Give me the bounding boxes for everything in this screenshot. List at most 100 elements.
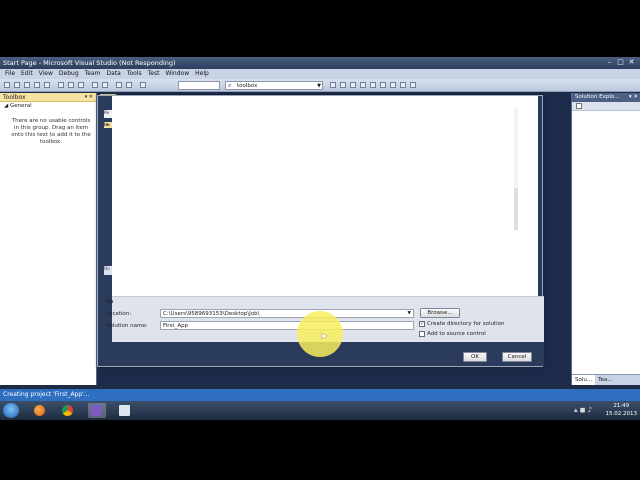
properties-icon[interactable] [350, 82, 356, 88]
source-control-label: Add to source control [427, 331, 486, 337]
window-icon [119, 405, 130, 416]
taskbar-visual-studio[interactable] [88, 403, 106, 418]
name-label: Na [106, 299, 114, 305]
location-value: C:\Users\9589693153\Desktop\Job\ [163, 311, 260, 317]
menu-window[interactable]: Window [162, 69, 192, 79]
toolbox-group-general[interactable]: ◢ General [0, 102, 96, 110]
installed-templates-label: Im [104, 122, 112, 128]
start-debugging-icon[interactable] [140, 82, 146, 88]
browse-button[interactable]: Browse... [420, 308, 460, 318]
cut-icon[interactable] [58, 82, 64, 88]
chevron-down-icon[interactable]: ▼ [317, 82, 321, 90]
clock-date: 15.02.2013 [605, 411, 638, 417]
firefox-icon [34, 405, 45, 416]
minimize-button[interactable]: – [605, 58, 614, 67]
toolbar-options-icon[interactable] [410, 82, 416, 88]
copy-icon[interactable] [68, 82, 74, 88]
menu-help[interactable]: Help [192, 69, 212, 79]
menu-team[interactable]: Team [82, 69, 104, 79]
navigate-forward-icon[interactable] [126, 82, 132, 88]
taskbar-chrome[interactable] [59, 403, 77, 418]
solution-name-label: Solution name: [106, 323, 148, 329]
toolbox-empty-message: There are no usable controls in this gro… [11, 118, 91, 145]
menu-edit[interactable]: Edit [18, 69, 36, 79]
status-text: Creating project 'First_App'... [3, 391, 90, 398]
template-list-scrollbar-track[interactable] [514, 108, 518, 188]
toolbox-header: Toolbox ▾ ✕ [0, 93, 96, 102]
cancel-button[interactable]: Cancel [502, 352, 532, 362]
system-clock[interactable]: 21:49 15.02.2013 [606, 402, 638, 418]
create-directory-checkbox[interactable]: ✓ Create directory for solution [419, 321, 504, 327]
clock-time: 21:49 [613, 403, 630, 409]
recent-templates-label: Re [104, 110, 112, 118]
solution-config-combo[interactable] [178, 81, 220, 90]
title-bar: Start Page - Microsoft Visual Studio (No… [0, 57, 640, 69]
online-templates-label: On [104, 266, 112, 275]
window-controls: – □ ✕ [605, 58, 636, 67]
command-window-icon[interactable] [400, 82, 406, 88]
window-title: Start Page - Microsoft Visual Studio (No… [3, 59, 176, 67]
chrome-icon [62, 405, 73, 416]
toolbox-icon[interactable] [370, 82, 376, 88]
taskbar-firefox[interactable] [31, 403, 49, 418]
tab-solution-explorer[interactable]: Solu... [572, 375, 596, 385]
toolbox-panel: Toolbox ▾ ✕ ◢ General There are no usabl… [0, 93, 97, 385]
visual-studio-icon [91, 405, 102, 416]
menu-tools[interactable]: Tools [124, 69, 145, 79]
checkmark-icon: ✓ [419, 321, 425, 327]
find-in-files-icon[interactable] [330, 82, 336, 88]
status-bar: Creating project 'First_App'... [0, 389, 640, 401]
menu-file[interactable]: File [2, 69, 18, 79]
save-icon[interactable] [34, 82, 40, 88]
properties-icon[interactable] [576, 103, 582, 109]
ok-button[interactable]: OK [463, 352, 487, 362]
create-directory-label: Create directory for solution [427, 321, 505, 327]
find-value: toolbox [237, 83, 258, 89]
solution-explorer-tabs: Solu... Tea... [572, 374, 640, 385]
toolbox-pin-icon[interactable]: ▾ ✕ [85, 94, 93, 100]
taskbar-window[interactable] [116, 403, 134, 418]
menu-bar: File Edit View Debug Team Data Tools Tes… [0, 69, 640, 79]
start-page-icon[interactable] [380, 82, 386, 88]
menu-debug[interactable]: Debug [56, 69, 82, 79]
solution-explorer-toolbar [572, 102, 640, 111]
solution-explorer-close-icon[interactable]: ▾ ✕ [629, 94, 638, 100]
extension-manager-icon[interactable] [390, 82, 396, 88]
solution-explorer-title: Solution Explo... [575, 94, 620, 100]
undo-icon[interactable] [92, 82, 98, 88]
windows-taskbar: ▴ ◼ ♪ 21:49 15.02.2013 [0, 401, 640, 420]
find-combo[interactable]: ⌕ toolbox ▼ [225, 81, 323, 90]
tab-team-explorer[interactable]: Tea... [595, 375, 615, 385]
mouse-pointer-icon: ➤ [320, 332, 328, 342]
source-control-checkbox[interactable]: Add to source control [419, 331, 486, 337]
open-file-icon[interactable] [24, 82, 30, 88]
menu-data[interactable]: Data [104, 69, 124, 79]
new-project-icon[interactable] [4, 82, 10, 88]
redo-icon[interactable] [102, 82, 108, 88]
standard-toolbar: ⌕ toolbox ▼ [0, 79, 640, 92]
windows-start-icon[interactable] [3, 403, 19, 418]
desktop-screen: Start Page - Microsoft Visual Studio (No… [0, 57, 640, 420]
paste-icon[interactable] [78, 82, 84, 88]
save-all-icon[interactable] [44, 82, 50, 88]
menu-test[interactable]: Test [145, 69, 163, 79]
chevron-down-icon[interactable]: ▼ [408, 311, 411, 317]
toolbox-title: Toolbox [3, 94, 26, 101]
add-item-icon[interactable] [14, 82, 20, 88]
unchecked-box-icon [419, 331, 425, 337]
template-list-scrollbar-thumb[interactable] [514, 188, 518, 230]
location-label: Location: [106, 311, 132, 317]
solution-explorer-header: Solution Explo... ▾ ✕ [572, 93, 640, 102]
close-button[interactable]: ✕ [627, 58, 636, 67]
location-field[interactable]: C:\Users\9589693153\Desktop\Job\ ▼ [160, 309, 414, 318]
find-icon: ⌕ [228, 82, 232, 89]
maximize-button[interactable]: □ [616, 58, 625, 67]
solution-name-value: First_App [163, 323, 189, 329]
solution-explorer-panel: Solution Explo... ▾ ✕ Solu... Tea... [571, 93, 640, 385]
solution-explorer-icon[interactable] [340, 82, 346, 88]
menu-view[interactable]: View [36, 69, 56, 79]
object-browser-icon[interactable] [360, 82, 366, 88]
solution-name-field[interactable]: First_App [160, 321, 414, 330]
navigate-back-icon[interactable] [116, 82, 122, 88]
system-tray-icons[interactable]: ▴ ◼ ♪ [574, 406, 592, 414]
